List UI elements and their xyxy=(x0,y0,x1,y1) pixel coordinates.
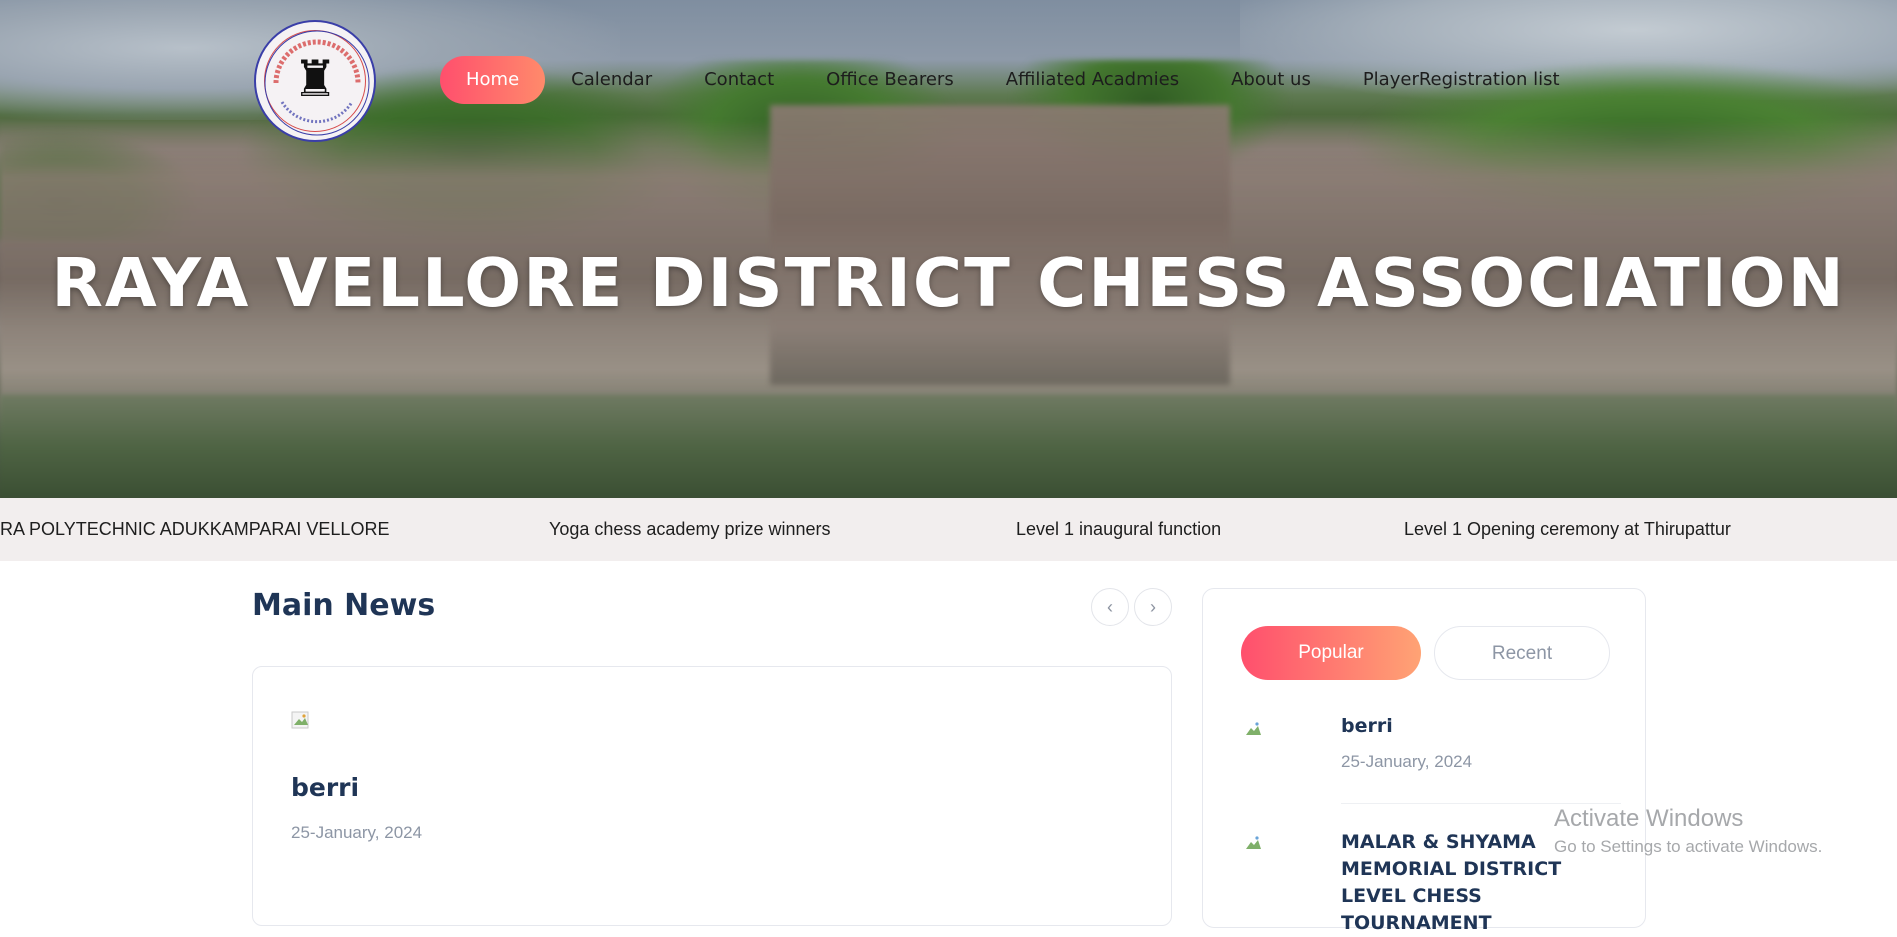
activate-windows-watermark: Activate Windows Go to Settings to activ… xyxy=(1554,805,1822,857)
main-navigation: Home Calendar Contact Office Bearers Aff… xyxy=(440,56,1586,104)
hero-title: RAYA VELLORE DISTRICT CHESS ASSOCIATION xyxy=(51,244,1846,322)
hero-moat xyxy=(0,395,1897,498)
nav-affiliated-academies[interactable]: Affiliated Acadmies xyxy=(980,56,1205,104)
nav-office-bearers[interactable]: Office Bearers xyxy=(800,56,980,104)
nav-player-registration[interactable]: PlayerRegistration list xyxy=(1337,56,1586,104)
news-headline[interactable]: berri xyxy=(291,773,359,802)
watermark-line1: Activate Windows xyxy=(1554,805,1744,832)
tab-popular[interactable]: Popular xyxy=(1241,626,1421,680)
ticker-item[interactable]: Yoga chess academy prize winners xyxy=(549,498,831,561)
sidebar-news-panel: Popular Recent berri 25-January, 2024 MA… xyxy=(1202,588,1646,934)
watermark-line2: Go to Settings to activate Windows. xyxy=(1554,837,1823,856)
nav-home[interactable]: Home xyxy=(440,56,546,104)
hero-banner: ♜ Home Calendar Contact Office Bearers A… xyxy=(0,0,1897,498)
next-news-button[interactable]: › xyxy=(1134,588,1172,626)
tab-recent[interactable]: Recent xyxy=(1434,626,1610,680)
news-ticker: RA POLYTECHNIC ADUKKAMPARAI VELLORE Yoga… xyxy=(0,498,1897,561)
news-date: 25-January, 2024 xyxy=(291,823,423,842)
main-news-heading: Main News xyxy=(252,588,436,623)
nav-about-us[interactable]: About us xyxy=(1205,56,1337,104)
site-logo[interactable]: ♜ xyxy=(254,20,376,142)
sidebar-item-date: 25-January, 2024 xyxy=(1341,752,1473,771)
sidebar-divider xyxy=(1341,803,1621,804)
nav-contact[interactable]: Contact xyxy=(678,56,800,104)
broken-image-icon xyxy=(1246,836,1261,849)
broken-image-icon xyxy=(291,711,309,729)
main-news-card[interactable]: berri 25-January, 2024 xyxy=(252,666,1172,926)
rook-icon: ♜ xyxy=(292,50,338,108)
broken-image-icon xyxy=(1246,722,1261,735)
nav-calendar[interactable]: Calendar xyxy=(545,56,678,104)
chevron-left-icon: ‹ xyxy=(1107,597,1113,617)
chevron-right-icon: › xyxy=(1150,597,1156,617)
sidebar-item-title[interactable]: berri xyxy=(1341,713,1621,740)
prev-news-button[interactable]: ‹ xyxy=(1091,588,1129,626)
ticker-item[interactable]: Level 1 inaugural function xyxy=(1016,498,1221,561)
ticker-item[interactable]: Level 1 Opening ceremony at Thirupattur xyxy=(1404,498,1731,561)
ticker-item[interactable]: RA POLYTECHNIC ADUKKAMPARAI VELLORE xyxy=(0,498,389,561)
